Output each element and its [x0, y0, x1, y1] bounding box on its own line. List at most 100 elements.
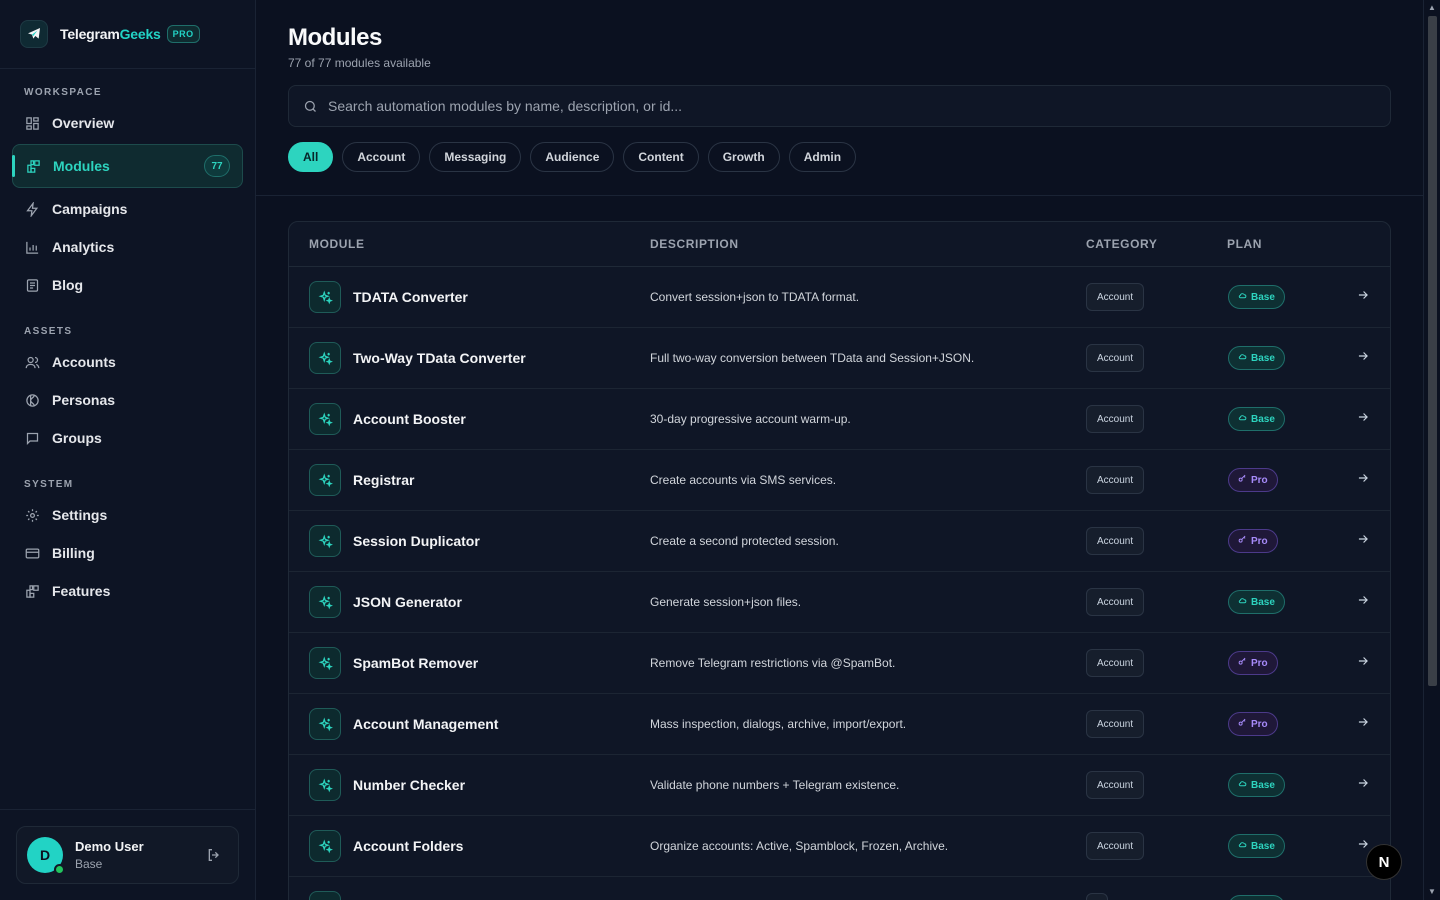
dev-tools-button[interactable]: N — [1366, 844, 1402, 880]
bolt-icon — [24, 201, 40, 217]
plan-badge: Base — [1228, 834, 1285, 858]
category-badge: Account — [1086, 344, 1145, 372]
sidebar-item-personas[interactable]: Personas — [0, 381, 255, 419]
category-badge: Account — [1086, 588, 1145, 616]
cloud-icon — [1238, 413, 1247, 425]
arrow-right-icon[interactable] — [1356, 471, 1370, 490]
sparkle-icon — [309, 342, 341, 374]
user-plan: Base — [75, 857, 103, 871]
cloud-icon — [1238, 291, 1247, 303]
pro-badge: PRO — [166, 25, 200, 43]
arrow-right-icon[interactable] — [1356, 410, 1370, 429]
module-description: Full two-way conversion between TData an… — [650, 351, 975, 365]
category-filters: All Account Messaging Audience Content G… — [288, 142, 1408, 172]
module-description: Validate phone numbers + Telegram existe… — [650, 778, 900, 792]
cloud-icon — [1238, 779, 1247, 791]
plan-badge: Base — [1228, 773, 1285, 797]
filter-chip-all[interactable]: All — [288, 142, 334, 172]
table-row[interactable]: Two-Way TData Converter Full two-way con… — [289, 328, 1390, 389]
page-title: Modules — [288, 24, 382, 51]
arrow-right-icon[interactable] — [1356, 532, 1370, 551]
scroll-down-icon[interactable]: ▼ — [1427, 887, 1437, 897]
scroll-up-icon[interactable]: ▲ — [1427, 3, 1437, 13]
modules-count-badge: 77 — [204, 155, 230, 177]
scrollbar-thumb[interactable] — [1428, 16, 1437, 686]
category-badge: Account — [1086, 771, 1145, 799]
section-label-system: SYSTEM — [24, 479, 74, 490]
cloud-icon — [1238, 352, 1247, 364]
plan-badge: Base — [1228, 895, 1285, 900]
arrow-right-icon[interactable] — [1356, 593, 1370, 612]
arrow-right-icon[interactable] — [1356, 349, 1370, 368]
sparkle-icon — [309, 525, 341, 557]
avatar: D — [27, 837, 65, 875]
filter-chip-growth[interactable]: Growth — [707, 142, 780, 172]
module-description: Create accounts via SMS services. — [650, 473, 837, 487]
filter-chip-messaging[interactable]: Messaging — [429, 142, 522, 172]
table-row[interactable]: TDATA Converter Convert session+json to … — [289, 267, 1390, 328]
table-row[interactable]: Account Folders Organize accounts: Activ… — [289, 816, 1390, 877]
sidebar-item-label: Features — [52, 583, 111, 599]
gear-icon — [24, 507, 40, 523]
table-row[interactable]: Number Checker Validate phone numbers + … — [289, 755, 1390, 816]
card-icon — [24, 545, 40, 561]
column-header-plan[interactable]: PLAN — [1227, 237, 1262, 251]
arrow-right-icon[interactable] — [1356, 776, 1370, 795]
brand-name: TelegramGeeks — [60, 26, 161, 42]
sidebar-item-blog[interactable]: Blog — [0, 266, 255, 304]
sparkle-icon — [309, 647, 341, 679]
table-header: MODULE DESCRIPTION CATEGORY PLAN — [289, 222, 1390, 267]
module-description: 30-day progressive account warm-up. — [650, 412, 851, 426]
sidebar-item-settings[interactable]: Settings — [0, 496, 255, 534]
column-header-module[interactable]: MODULE — [309, 237, 365, 251]
plan-badge: Pro — [1228, 468, 1278, 492]
search-bar[interactable] — [288, 85, 1391, 127]
key-icon — [1238, 718, 1247, 730]
modules-icon — [25, 158, 41, 174]
brand[interactable]: TelegramGeeks PRO — [0, 0, 255, 69]
table-row[interactable]: Session Duplicator Create a second prote… — [289, 511, 1390, 572]
scrollbar[interactable]: ▲ ▼ — [1423, 0, 1440, 900]
filter-chip-content[interactable]: Content — [623, 142, 699, 172]
user-card[interactable]: D Demo User Base — [16, 826, 239, 884]
plan-badge: Base — [1228, 346, 1285, 370]
arrow-right-icon[interactable] — [1356, 654, 1370, 673]
module-name: JSON Generator — [353, 594, 462, 610]
table-row[interactable]: JSON Generator Generate session+json fil… — [289, 572, 1390, 633]
column-header-category[interactable]: CATEGORY — [1086, 237, 1157, 251]
sidebar-divider — [0, 809, 256, 810]
cloud-icon — [1238, 596, 1247, 608]
sidebar-item-analytics[interactable]: Analytics — [0, 228, 255, 266]
module-name: Account Booster — [353, 411, 466, 427]
table-row[interactable]: Registrar Create accounts via SMS servic… — [289, 450, 1390, 511]
sidebar-item-billing[interactable]: Billing — [0, 534, 255, 572]
category-badge: Account — [1086, 405, 1145, 433]
category-badge: Account — [1086, 527, 1145, 555]
sparkle-icon — [309, 891, 341, 900]
filter-chip-account[interactable]: Account — [342, 142, 421, 172]
sidebar-item-overview[interactable]: Overview — [0, 104, 255, 142]
filter-chip-audience[interactable]: Audience — [530, 142, 615, 172]
sidebar-item-accounts[interactable]: Accounts — [0, 343, 255, 381]
sidebar-item-modules[interactable]: Modules 77 — [12, 144, 243, 188]
sparkle-icon — [309, 403, 341, 435]
sparkle-icon — [309, 769, 341, 801]
search-input[interactable] — [328, 98, 1228, 114]
arrow-right-icon[interactable] — [1356, 715, 1370, 734]
table-body: TDATA Converter Convert session+json to … — [289, 267, 1390, 900]
sidebar-item-groups[interactable]: Groups — [0, 419, 255, 457]
arrow-right-icon[interactable] — [1356, 288, 1370, 307]
logout-icon[interactable] — [206, 847, 222, 868]
table-row[interactable]: SpamBot Remover Remove Telegram restrict… — [289, 633, 1390, 694]
sidebar-item-campaigns[interactable]: Campaigns — [0, 190, 255, 228]
filter-chip-admin[interactable]: Admin — [788, 142, 857, 172]
module-name: Account Management — [353, 716, 499, 732]
column-header-description[interactable]: DESCRIPTION — [650, 237, 739, 251]
plan-badge: Base — [1228, 407, 1285, 431]
sidebar-item-features[interactable]: Features — [0, 572, 255, 610]
table-row[interactable]: Account Management Mass inspection, dial… — [289, 694, 1390, 755]
telegram-logo-icon — [20, 20, 48, 48]
table-row[interactable]: Base — [289, 877, 1390, 900]
key-icon — [1238, 657, 1247, 669]
table-row[interactable]: Account Booster 30-day progressive accou… — [289, 389, 1390, 450]
